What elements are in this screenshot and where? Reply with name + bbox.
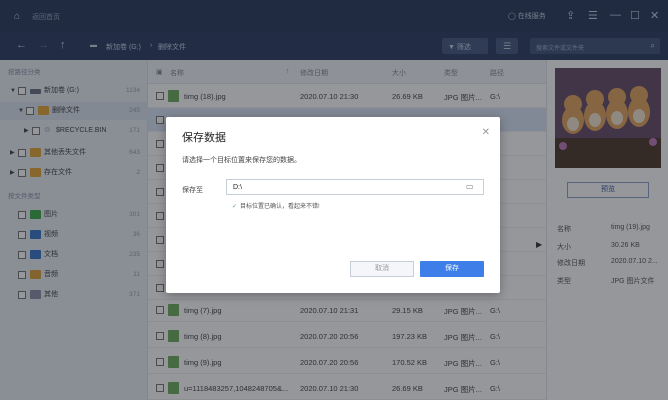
folder-browse-icon[interactable]: ▭	[466, 182, 474, 191]
validation-hint: ✓ 目标位置已确认，看起来不错!	[232, 201, 320, 210]
cancel-button[interactable]: 取消	[350, 261, 414, 277]
check-circle-icon: ✓	[232, 204, 238, 210]
save-data-dialog: 保存数据 ✕ 请选择一个目标位置来保存您的数据。 保存至 ▭ ✓目标位置已确认，…	[166, 117, 500, 293]
dialog-description: 请选择一个目标位置来保存您的数据。	[182, 157, 301, 164]
save-button[interactable]: 保存	[420, 261, 484, 277]
dialog-title: 保存数据	[182, 132, 226, 144]
dialog-close-icon[interactable]: ✕	[482, 127, 490, 138]
save-path-input[interactable]	[226, 179, 484, 195]
hint-text: 目标位置已确认，看起来不错!	[240, 204, 320, 210]
save-to-label: 保存至	[182, 187, 203, 194]
